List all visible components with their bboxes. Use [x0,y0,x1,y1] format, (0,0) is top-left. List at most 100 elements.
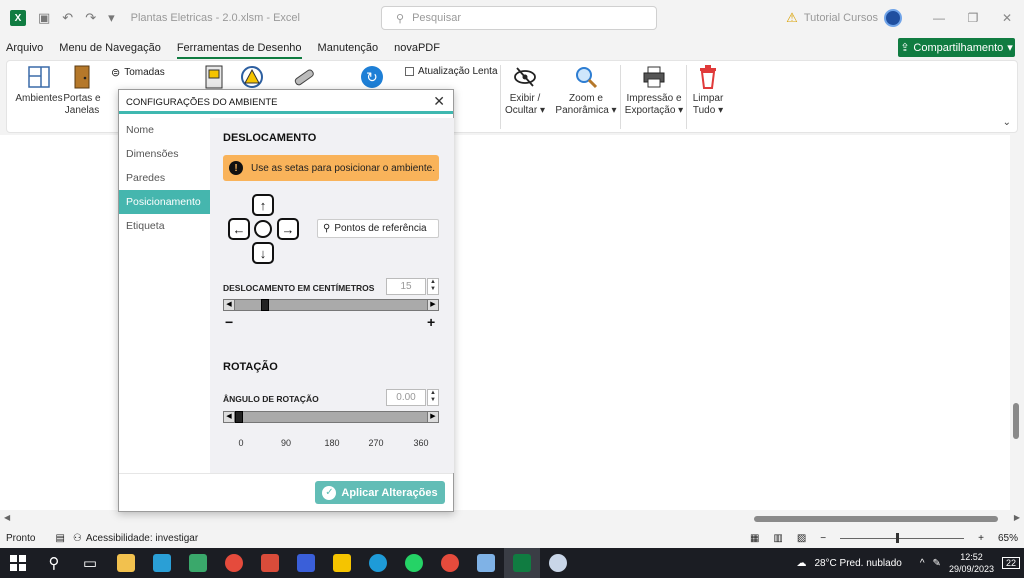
reference-points-button[interactable]: ⚲ Pontos de referência [317,219,439,238]
app-yellow-icon[interactable] [324,548,360,578]
autodesk-icon[interactable] [144,548,180,578]
apply-changes-button[interactable]: ✓ Aplicar Alterações [315,481,445,504]
offset-input[interactable]: 15 [386,278,426,295]
app-blue-icon[interactable] [468,548,504,578]
arrow-up-button[interactable]: ↑ [252,194,274,216]
horizontal-scroll-thumb[interactable] [754,516,998,522]
nav-item-dimensoes[interactable]: Dimensões [119,142,210,166]
angle-slider[interactable]: ◀ ▶ [223,411,439,423]
file-explorer-icon[interactable] [108,548,144,578]
offset-slider[interactable]: ◀ ▶ [223,299,439,311]
app-green-icon[interactable] [180,548,216,578]
menu-navegacao[interactable]: Menu de Navegação [59,37,161,59]
page-break-icon[interactable]: ▨ [797,533,806,544]
scroll-right-icon[interactable]: ▶ [1014,513,1020,522]
nav-item-etiqueta[interactable]: Etiqueta [119,214,210,238]
tomadas-button[interactable]: ⊜ Tomadas [111,66,165,79]
save-icon[interactable]: ▣ [38,10,50,26]
nav-item-posicionamento[interactable]: Posicionamento [119,190,210,214]
angle-slider-thumb[interactable] [235,411,243,423]
zoom-in-icon[interactable]: + [978,533,984,544]
arrow-right-button[interactable]: → [277,218,299,240]
whatsapp-icon[interactable] [396,548,432,578]
zoom-slider[interactable] [840,532,965,543]
app-red-icon[interactable] [252,548,288,578]
plus-icon[interactable]: + [427,314,435,330]
arrow-down-button[interactable]: ↓ [252,242,274,264]
nav-item-paredes[interactable]: Paredes [119,166,210,190]
portas-label: Portas e [63,93,101,104]
share-button[interactable]: ⇪ Compartilhamento ▾ [898,38,1015,57]
weather-text[interactable]: 28°C Pred. nublado [814,558,901,569]
zoom-panoramica-button[interactable]: Zoom e Panorâmica ▾ [555,65,617,117]
user-name[interactable]: Tutorial Cursos [804,12,878,24]
ambientes-button[interactable]: Ambientes [15,65,63,105]
chevron-down-icon: ▾ [1007,42,1013,54]
svg-text:↻: ↻ [366,70,378,86]
floorplan-icon [27,65,51,89]
minus-icon[interactable]: − [225,314,233,330]
close-window-icon[interactable]: ✕ [990,11,1024,25]
limpar-tudo-button[interactable]: Limpar Tudo ▾ [689,65,727,117]
scroll-left-icon[interactable]: ◀ [4,513,10,522]
clock[interactable]: 12:52 29/09/2023 [949,551,994,575]
minimize-icon[interactable]: — [922,11,956,25]
slider-left-icon[interactable]: ◀ [224,412,235,422]
slider-right-icon[interactable]: ▶ [427,412,438,422]
zoom-slider-thumb[interactable] [896,532,900,543]
exibir-ocultar-button[interactable]: Exibir / Ocultar ▾ [503,65,547,117]
zoom-out-icon[interactable]: − [820,533,826,544]
impressao-exportacao-button[interactable]: Impressão e Exportação ▾ [623,65,685,117]
excel-taskbar-icon[interactable] [504,548,540,578]
paint-icon[interactable] [540,548,576,578]
macro-icon[interactable]: ▤ [55,533,64,544]
slider-left-icon[interactable]: ◀ [224,300,235,310]
vertical-scrollbar[interactable] [1010,135,1024,510]
chevron-up-icon[interactable]: ^ [920,558,925,569]
menu-arquivo[interactable]: Arquivo [6,37,43,59]
angle-input[interactable]: 0.00 [386,389,426,406]
edge-icon[interactable] [360,548,396,578]
redo-icon[interactable]: ↷ [85,10,96,26]
windows-start-icon[interactable] [0,548,36,578]
taskbar-search-icon[interactable]: ⚲ [36,548,72,578]
slider-right-icon[interactable]: ▶ [427,300,438,310]
task-view-icon[interactable]: ▭ [72,548,108,578]
offset-label: DESLOCAMENTO EM CENTÍMETROS [223,283,375,293]
vertical-scroll-thumb[interactable] [1013,403,1019,439]
angle-stepper[interactable]: ▲ ▼ [427,389,439,406]
undo-icon[interactable]: ↶ [62,10,73,26]
limpar-label: Limpar [692,93,724,104]
close-icon[interactable]: ✕ [433,93,445,110]
search-placeholder: Pesquisar [412,12,461,24]
menu-novapdf[interactable]: novaPDF [394,37,440,59]
taskbar: ⚲ ▭ ☁ 28°C Pred. nublado ^ ✎ 12:52 29/09… [0,548,1024,578]
nav-item-nome[interactable]: Nome [119,118,210,142]
portas-janelas-button[interactable]: Portas e Janelas [63,65,101,117]
center-button[interactable] [254,220,272,238]
warning-icon[interactable]: ⚠ [786,10,798,26]
atualizacao-lenta-checkbox[interactable]: Atualização Lenta [405,66,498,77]
notification-badge[interactable]: 22 [1001,557,1020,569]
ribbon-collapse-icon[interactable]: ⌄ [1003,117,1011,128]
arrow-left-button[interactable]: ← [228,218,250,240]
page-layout-icon[interactable]: ▥ [773,533,782,544]
pen-icon[interactable]: ✎ [933,558,941,569]
offset-stepper[interactable]: ▲ ▼ [427,278,439,295]
zoom-level[interactable]: 65% [998,533,1018,544]
menu-ferramentas-desenho[interactable]: Ferramentas de Desenho [176,37,302,59]
video-editor-icon[interactable] [288,548,324,578]
chrome-icon[interactable] [216,548,252,578]
horizontal-scrollbar[interactable]: ◀ ▶ [0,510,1024,528]
map-pin-icon: ⚲ [323,223,331,234]
chrome-profile-icon[interactable] [432,548,468,578]
customize-toolbar-icon[interactable]: ▾ [108,10,115,26]
accessibility-status[interactable]: Acessibilidade: investigar [86,533,198,544]
offset-slider-thumb[interactable] [261,299,269,311]
restore-icon[interactable]: ❐ [956,11,990,25]
impressao-label: Impressão e [626,93,682,104]
menu-manutencao[interactable]: Manutenção [318,37,379,59]
search-input[interactable]: ⚲ Pesquisar [381,6,657,30]
avatar[interactable] [884,9,902,27]
normal-view-icon[interactable]: ▦ [750,533,759,544]
